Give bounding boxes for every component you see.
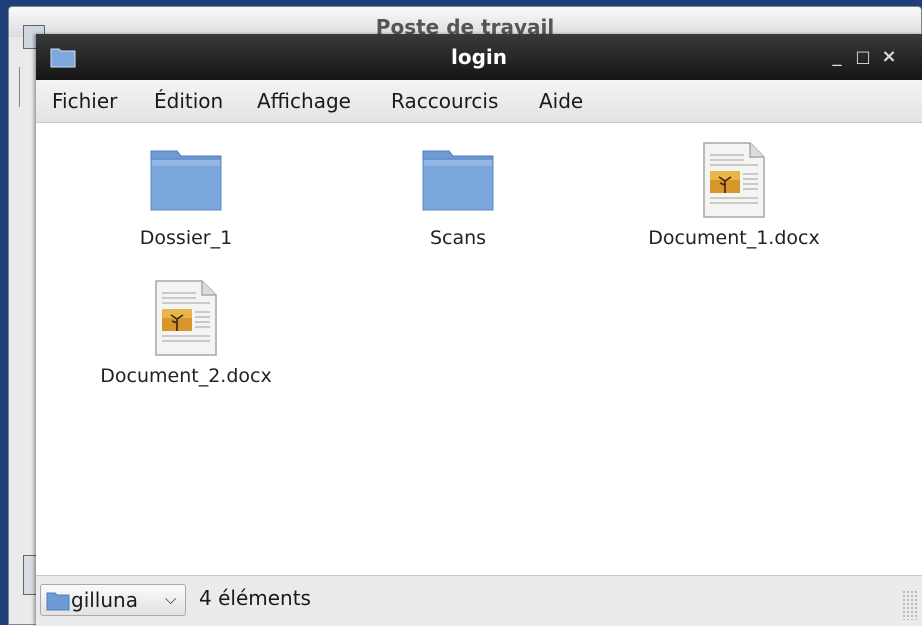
file-item-scans[interactable]: Scans <box>348 145 568 249</box>
file-manager-window: login _ □ × Fichier Édition Affichage Ra… <box>36 34 922 626</box>
titlebar[interactable]: login _ □ × <box>36 34 922 80</box>
document-icon <box>155 280 217 356</box>
file-name: Scans <box>429 227 487 249</box>
window-title: login <box>450 45 507 69</box>
background-window-title: Poste de travail <box>9 7 921 37</box>
background-window-edge <box>9 67 20 107</box>
folder-icon <box>422 150 494 211</box>
minimize-button[interactable]: _ <box>826 46 848 68</box>
folder-icon <box>150 150 222 211</box>
resize-grip[interactable] <box>902 590 918 620</box>
location-label: gilluna <box>71 588 138 612</box>
location-dropdown[interactable]: gilluna ⌵ <box>40 584 186 616</box>
item-count: 4 éléments <box>199 586 311 610</box>
menu-raccourcis[interactable]: Raccourcis <box>391 80 498 122</box>
chevron-down-icon: ⌵ <box>165 590 177 608</box>
document-icon <box>703 142 765 218</box>
file-name: Document_1.docx <box>648 227 820 249</box>
menu-edition[interactable]: Édition <box>154 80 223 122</box>
menu-affichage[interactable]: Affichage <box>257 80 351 122</box>
menu-fichier[interactable]: Fichier <box>52 80 117 122</box>
file-item-document-1[interactable]: Document_1.docx <box>624 141 844 249</box>
menu-aide[interactable]: Aide <box>539 80 583 122</box>
file-view[interactable]: Dossier_1 Scans Document_1.docx Document… <box>36 123 922 575</box>
status-bar: gilluna ⌵ 4 éléments <box>36 575 922 626</box>
folder-icon <box>46 592 70 611</box>
menu-bar: Fichier Édition Affichage Raccourcis Aid… <box>36 80 922 123</box>
maximize-button[interactable]: □ <box>852 46 874 68</box>
file-item-document-2[interactable]: Document_2.docx <box>76 279 296 387</box>
file-item-dossier-1[interactable]: Dossier_1 <box>76 145 296 249</box>
file-name: Document_2.docx <box>100 365 272 387</box>
file-name: Dossier_1 <box>139 227 233 249</box>
close-button[interactable]: × <box>878 46 900 68</box>
